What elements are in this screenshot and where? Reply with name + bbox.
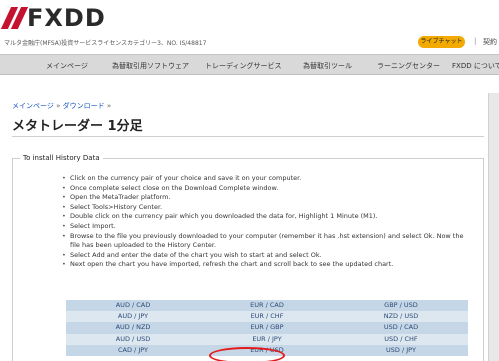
table-row: AUD / NZD EUR / GBP USD / CAD xyxy=(66,322,468,334)
nav-item-main[interactable]: メインページ xyxy=(46,61,88,71)
pair-link[interactable]: EUR / CAD xyxy=(200,300,334,311)
nav-item-software[interactable]: 為替取引用ソフトウェア xyxy=(112,61,189,71)
list-item: Once complete select close on the Downlo… xyxy=(62,184,474,194)
list-item: Click on the currency pair of your choic… xyxy=(62,174,474,184)
table-row: AUD / CAD EUR / CAD GBP / USD xyxy=(66,300,468,312)
list-item: Next open the chart you have imported, r… xyxy=(62,260,474,270)
pair-link[interactable]: EUR / JPY xyxy=(200,334,334,345)
pair-link[interactable]: USD / JPY xyxy=(334,345,468,356)
scrollbar[interactable] xyxy=(488,93,499,361)
pair-link[interactable]: AUD / NZD xyxy=(66,322,200,333)
main-nav: メインページ 為替取引用ソフトウェア トレーディングサービス 為替取引ツール ラ… xyxy=(0,54,499,75)
list-item: Select Import. xyxy=(62,222,474,232)
pair-link[interactable]: NZD / USD xyxy=(334,311,468,322)
about-link[interactable]: 契約 xyxy=(483,37,497,47)
logo-text: FXDD xyxy=(27,4,106,32)
table-row: AUD / USD EUR / JPY USD / CHF xyxy=(66,333,468,345)
pair-link[interactable]: AUD / CAD xyxy=(66,300,200,311)
list-item: Select Add and enter the date of the cha… xyxy=(62,251,474,261)
list-item: Open the MetaTrader platform. xyxy=(62,193,474,203)
eur-usd-highlight-circle xyxy=(209,347,285,361)
nav-item-about-fxdd[interactable]: FXDD について xyxy=(452,61,499,71)
logo-slash-icon xyxy=(0,7,29,29)
pair-link[interactable]: GBP / USD xyxy=(334,300,468,311)
breadcrumb-arrow: » xyxy=(106,102,112,110)
fxdd-logo[interactable]: FXDD xyxy=(0,4,106,32)
list-item: Select Tools>History Center. xyxy=(62,203,474,213)
install-steps: Click on the currency pair of your choic… xyxy=(62,174,474,270)
table-row: AUD / JPY EUR / CHF NZD / USD xyxy=(66,311,468,323)
pair-link[interactable]: CAD / JPY xyxy=(66,345,200,356)
nav-item-learning[interactable]: ラーニングセンター xyxy=(377,61,440,71)
header-separator: | xyxy=(474,37,477,45)
install-box-legend: To install History Data xyxy=(20,154,103,162)
pair-link[interactable]: EUR / GBP xyxy=(200,322,334,333)
list-item: Double click on the currency pair which … xyxy=(62,212,474,222)
breadcrumb-download[interactable]: ダウンロード xyxy=(63,102,105,110)
pair-link[interactable]: USD / CHF xyxy=(334,334,468,345)
title-divider xyxy=(12,136,484,137)
nav-item-tools[interactable]: 為替取引ツール xyxy=(303,61,352,71)
breadcrumb-arrow: » xyxy=(56,102,61,110)
live-chat-button[interactable]: ライブチャット xyxy=(418,36,465,48)
nav-item-trading-services[interactable]: トレーディングサービス xyxy=(205,61,282,71)
pair-link[interactable]: EUR / CHF xyxy=(200,311,334,322)
pair-link[interactable]: USD / CAD xyxy=(334,322,468,333)
page-title: メタトレーダー 1分足 xyxy=(12,119,143,134)
breadcrumb: メインページ » ダウンロード » xyxy=(12,101,111,111)
pair-link[interactable]: AUD / USD xyxy=(66,334,200,345)
site-header: FXDD マルタ金融庁(MFSA)投資サービスライセンスカテゴリー3、NO. I… xyxy=(0,0,499,54)
license-text: マルタ金融庁(MFSA)投資サービスライセンスカテゴリー3、NO. IS/488… xyxy=(4,40,207,47)
breadcrumb-main[interactable]: メインページ xyxy=(12,102,54,110)
pair-link[interactable]: AUD / JPY xyxy=(66,311,200,322)
list-item: Browse to the file you previously downlo… xyxy=(62,232,474,251)
